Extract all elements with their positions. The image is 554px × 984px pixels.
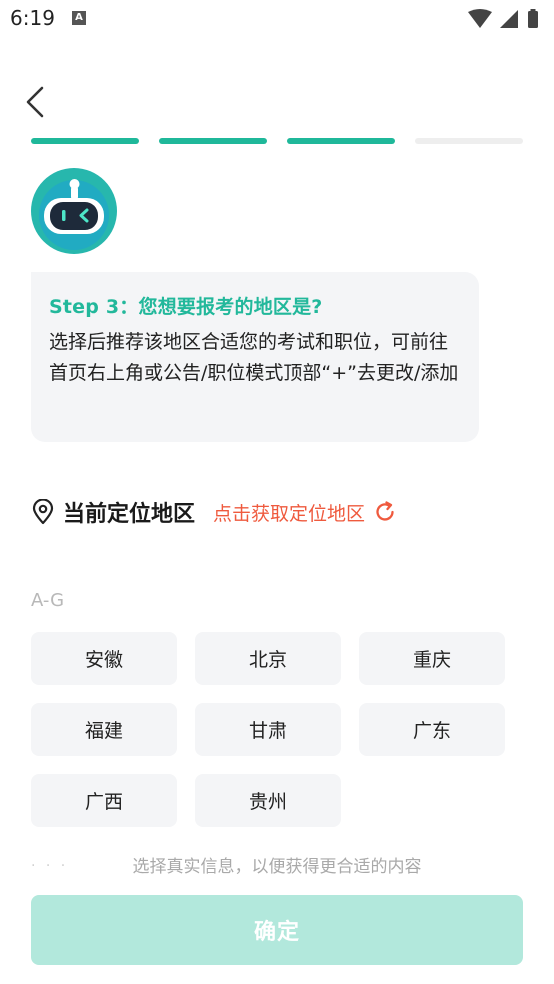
step-progress <box>31 138 523 146</box>
region-option[interactable]: 贵州 <box>195 774 341 827</box>
region-option[interactable]: 福建 <box>31 703 177 756</box>
back-button[interactable] <box>20 82 56 122</box>
region-group-label: A-G <box>31 590 65 611</box>
progress-segment <box>415 138 523 144</box>
status-icons <box>468 9 538 28</box>
progress-segment <box>287 138 395 144</box>
confirm-button[interactable]: 确定 <box>31 895 523 965</box>
robot-avatar-icon <box>31 168 117 254</box>
region-grid: 安徽 北京 重庆福建 甘肃 广东广西 贵州 <box>31 632 507 827</box>
wifi-icon <box>468 9 492 28</box>
get-location-link[interactable]: 点击获取定位地区 <box>213 499 365 526</box>
region-option[interactable]: 广西 <box>31 774 177 827</box>
signal-icon <box>500 10 518 28</box>
guide-bubble: Step 3：您想要报考的地区是? 选择后推荐该地区合适您的考试和职位，可前往首… <box>31 272 479 442</box>
progress-segment <box>31 138 139 144</box>
progress-segment <box>159 138 267 144</box>
region-option[interactable]: 重庆 <box>359 632 505 685</box>
region-option[interactable]: 安徽 <box>31 632 177 685</box>
refresh-icon[interactable] <box>373 500 397 524</box>
region-option[interactable]: 广东 <box>359 703 505 756</box>
region-option[interactable]: 甘肃 <box>195 703 341 756</box>
battery-icon <box>528 11 538 28</box>
step-description: 选择后推荐该地区合适您的考试和职位，可前往首页右上角或公告/职位模式顶部“+”去… <box>49 331 459 384</box>
location-title: 当前定位地区 <box>63 502 196 527</box>
step-title: Step 3：您想要报考的地区是? <box>49 296 323 318</box>
location-pin-icon <box>32 499 54 525</box>
current-location-row: 当前定位地区 点击获取定位地区 <box>31 494 531 530</box>
region-option[interactable]: 北京 <box>195 632 341 685</box>
status-bar: 6:19 A <box>0 0 554 38</box>
status-time: 6:19 <box>10 6 55 30</box>
notification-icon: A <box>72 11 86 25</box>
hint-text: 选择真实信息，以便获得更合适的内容 <box>132 857 422 877</box>
